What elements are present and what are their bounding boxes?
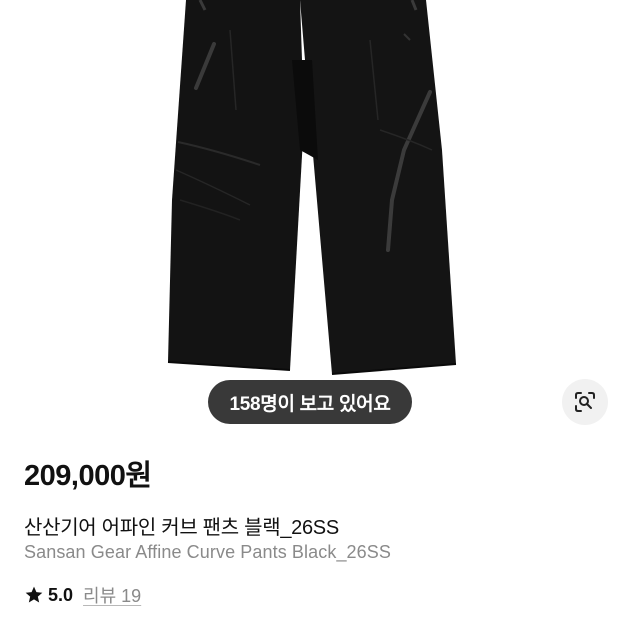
image-search-button[interactable] xyxy=(562,379,608,425)
pants-illustration xyxy=(167,0,457,375)
viewers-count-badge: 158명이 보고 있어요 xyxy=(208,380,412,424)
rating-row: 5.0 리뷰 19 xyxy=(24,583,141,607)
product-price: 209,000원 xyxy=(24,460,152,492)
rating-value: 5.0 xyxy=(48,584,74,605)
product-title-korean: 산산기어 어파인 커브 팬츠 블랙_26SS xyxy=(24,517,339,539)
product-title-english: Sansan Gear Affine Curve Pants Black_26S… xyxy=(24,542,391,562)
lens-search-icon xyxy=(575,392,595,412)
review-count-link[interactable]: 리뷰 19 xyxy=(83,582,141,608)
viewers-count-text: 158명이 보고 있어요 xyxy=(229,393,391,415)
star-icon xyxy=(25,586,43,603)
product-image[interactable] xyxy=(0,0,620,430)
